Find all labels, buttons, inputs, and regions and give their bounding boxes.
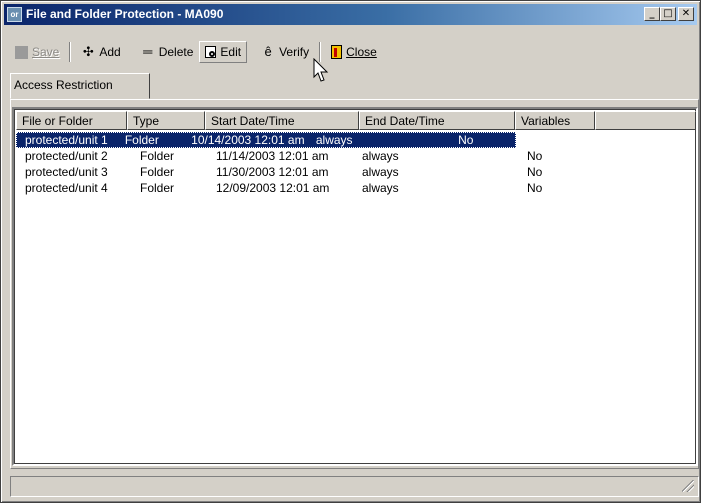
tab-access-restriction[interactable]: Access Restriction — [10, 73, 150, 99]
save-icon — [15, 45, 28, 59]
cell-end: always — [362, 181, 399, 195]
cell-variables: No — [527, 149, 543, 163]
close-label: Close — [346, 45, 377, 59]
column-header-end[interactable]: End Date/Time — [359, 111, 515, 130]
edit-label: Edit — [220, 45, 242, 59]
access-list[interactable]: File or Folder Type Start Date/Time End … — [12, 107, 698, 466]
mouse-cursor-icon — [313, 58, 329, 82]
cell-variables: No — [458, 133, 474, 147]
save-button[interactable]: Save — [9, 41, 65, 63]
app-icon[interactable]: or — [7, 7, 22, 22]
cell-end: always — [362, 165, 399, 179]
title-bar[interactable]: or File and Folder Protection - MA090 _ … — [4, 4, 697, 25]
cell-end: always — [315, 133, 353, 147]
status-bar — [10, 476, 699, 497]
cell-type: Folder — [124, 133, 159, 147]
table-row[interactable]: protected/unit 3 Folder 11/30/2003 12:01… — [16, 164, 595, 180]
list-rows: protected/unit 1 Folder 10/14/2003 12:01… — [16, 132, 595, 196]
cell-file: protected/unit 2 — [25, 149, 108, 163]
toolbar: Save ✣ Add ═ Delete Edit ê Verify Close — [9, 40, 509, 64]
maximize-button[interactable]: □ — [660, 7, 676, 21]
verify-icon: ê — [264, 44, 272, 59]
cell-type: Folder — [140, 181, 175, 195]
save-label: Save — [32, 45, 60, 59]
cell-file: protected/unit 1 — [25, 133, 108, 147]
cell-file: protected/unit 3 — [25, 165, 108, 179]
window-title: File and Folder Protection - MA090 — [26, 7, 224, 21]
minimize-button[interactable]: _ — [644, 7, 660, 21]
delete-button[interactable]: ═ Delete — [135, 41, 200, 63]
cell-end: always — [362, 149, 399, 163]
cell-start: 10/14/2003 12:01 am — [191, 133, 305, 147]
app-window: or File and Folder Protection - MA090 _ … — [0, 0, 701, 503]
cell-variables: No — [527, 181, 543, 195]
add-label: Add — [99, 45, 121, 59]
close-door-icon — [331, 45, 343, 59]
table-row[interactable]: protected/unit 4 Folder 12/09/2003 12:01… — [16, 180, 595, 196]
delete-label: Delete — [158, 45, 194, 59]
cell-start: 12/09/2003 12:01 am — [216, 181, 330, 195]
delete-icon: ═ — [143, 44, 153, 59]
column-header-type[interactable]: Type — [127, 111, 205, 130]
verify-button[interactable]: ê Verify — [255, 41, 315, 63]
toolbar-separator — [69, 42, 72, 62]
close-window-button[interactable]: ✕ — [678, 7, 694, 21]
column-header-file[interactable]: File or Folder — [16, 111, 127, 130]
column-header-empty[interactable] — [595, 111, 696, 130]
list-header: File or Folder Type Start Date/Time End … — [16, 111, 696, 130]
verify-label: Verify — [279, 45, 310, 59]
edit-button[interactable]: Edit — [199, 41, 248, 63]
cell-start: 11/14/2003 12:01 am — [216, 149, 329, 163]
add-icon: ✣ — [82, 44, 94, 59]
cell-type: Folder — [140, 165, 175, 179]
cell-type: Folder — [140, 149, 175, 163]
table-row[interactable]: protected/unit 2 Folder 11/14/2003 12:01… — [16, 148, 595, 164]
column-header-variables[interactable]: Variables — [515, 111, 595, 130]
table-row[interactable]: protected/unit 1 Folder 10/14/2003 12:01… — [16, 132, 516, 148]
cell-variables: No — [527, 165, 543, 179]
cell-start: 11/30/2003 12:01 am — [216, 165, 329, 179]
resize-grip-icon[interactable] — [682, 480, 694, 492]
column-header-start[interactable]: Start Date/Time — [205, 111, 359, 130]
edit-icon — [205, 46, 217, 58]
caption-buttons: _ □ ✕ — [644, 7, 694, 21]
cell-file: protected/unit 4 — [25, 181, 108, 195]
close-button[interactable]: Close — [325, 41, 383, 63]
add-button[interactable]: ✣ Add — [75, 41, 126, 63]
